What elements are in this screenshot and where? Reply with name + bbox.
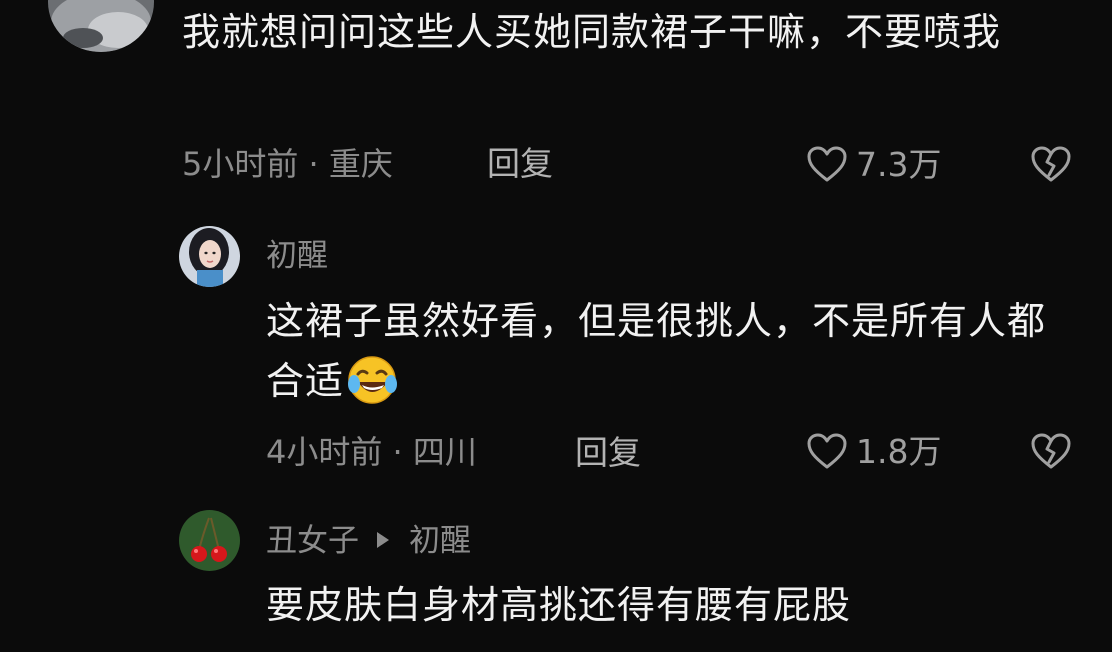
comment-text: 要皮肤白身材高挑还得有腰有屁股 (266, 583, 852, 627)
like-count: 7.3万 (856, 144, 942, 184)
user-avatar-icon (179, 226, 240, 287)
comment-time-location: 5小时前 · 重庆 (182, 145, 393, 183)
reply-arrow-icon (377, 531, 389, 548)
comment-text: 这裙子虽然好看，但是很挑人，不是所有人都合适 (266, 291, 1056, 411)
reply-header: 丑女子 初醒 (266, 526, 471, 557)
dislike-button[interactable] (1030, 145, 1072, 183)
dislike-button[interactable] (1030, 432, 1072, 470)
like-button[interactable]: 7.3万 (806, 145, 941, 183)
reply-button[interactable]: 回复 (575, 436, 641, 469)
comment-time-location: 4小时前 · 四川 (266, 433, 477, 471)
broken-heart-icon (1030, 432, 1072, 470)
cherry-avatar-icon (179, 510, 240, 571)
heart-icon (806, 145, 848, 183)
avatar[interactable] (48, 0, 154, 52)
reply-button[interactable]: 回复 (487, 147, 553, 180)
like-count: 1.8万 (856, 431, 942, 471)
heart-icon (806, 432, 848, 470)
avatar[interactable] (179, 510, 240, 571)
username[interactable]: 初醒 (266, 241, 328, 272)
user-avatar-icon (48, 0, 154, 52)
comment-text: 我就想问问这些人买她同款裙子干嘛，不要喷我 (182, 10, 1002, 54)
username[interactable]: 丑女子 (266, 523, 359, 559)
avatar[interactable] (179, 226, 240, 287)
like-button[interactable]: 1.8万 (806, 432, 941, 470)
laughing-tears-emoji (346, 354, 398, 406)
broken-heart-icon (1030, 145, 1072, 183)
reply-to-username[interactable]: 初醒 (409, 523, 471, 559)
